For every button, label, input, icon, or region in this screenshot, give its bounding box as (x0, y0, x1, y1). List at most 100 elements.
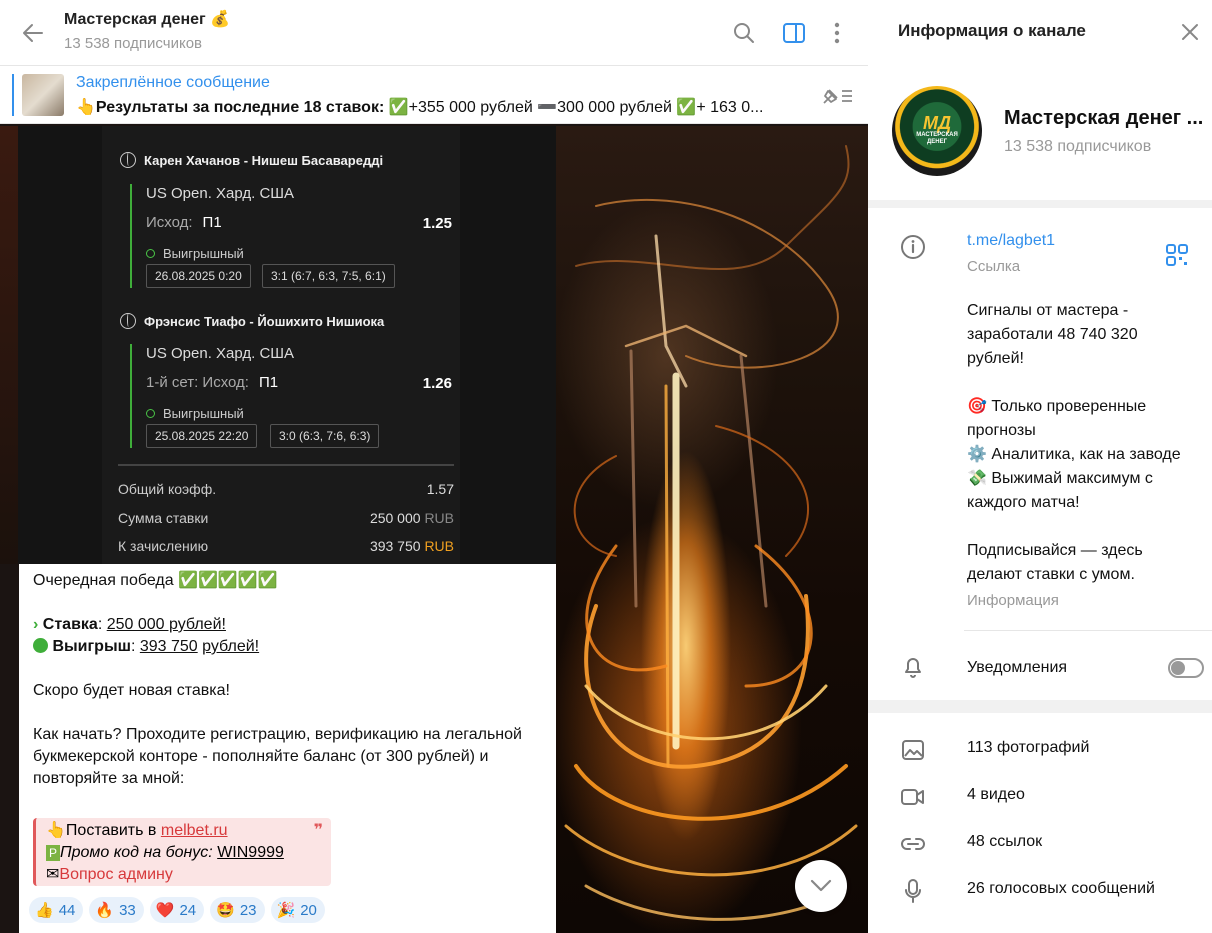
pinned-lead: Результаты за последние 18 ставок: (95, 99, 385, 116)
party-popper-icon: 🎉 (276, 902, 296, 919)
search-button[interactable] (730, 19, 758, 47)
desc-line: 💸 Выжимай максимум с каждого матча! (967, 470, 1153, 511)
reaction-heart[interactable]: ❤️ 24 (149, 897, 205, 923)
pinned-rest: ✅+355 000 рублей ➖300 000 рублей ✅+ 163 … (384, 99, 764, 116)
star-eyes-icon: 🤩 (216, 902, 235, 919)
media-row-videos[interactable]: 4 видео (868, 775, 1212, 819)
chat-subscribers: 13 538 подписчиков (64, 35, 203, 52)
stake-amount: 250 000 рублей! (106, 616, 226, 633)
green-circle-icon (33, 638, 48, 653)
stake-row: Сумма ставки 250 000 RUB (118, 510, 454, 526)
quote-mark-icon: ❞ (313, 822, 323, 839)
match-date: 26.08.2025 0:20 (146, 264, 251, 288)
notifications-label: Уведомления (967, 659, 1068, 676)
coupon-divider (118, 464, 454, 466)
media-row-photos[interactable]: 113 фотографий (868, 728, 1212, 772)
channel-subscribers: 13 538 подписчиков (1004, 138, 1152, 155)
match-title: Фрэнсис Тиафо - Йошихито Нишиока (120, 313, 384, 329)
avatar-logo-text: МД (923, 113, 951, 133)
media-row-voice[interactable]: 26 голосовых сообщений (868, 869, 1212, 913)
win-dot-icon (146, 409, 155, 418)
howto-line: Как начать? Проходите регистрацию, вериф… (33, 726, 522, 787)
close-icon (1182, 24, 1198, 40)
envelope-icon: ✉ (46, 866, 60, 883)
chat-title[interactable]: Мастерская денег 💰 (64, 9, 230, 29)
stake-line: › Ставка: 250 000 рублей! (33, 616, 226, 633)
reaction-party[interactable]: 🎉 20 (270, 897, 325, 923)
close-button[interactable] (1178, 20, 1202, 44)
sidebar-icon (783, 23, 805, 43)
win-dot-icon (146, 249, 155, 258)
message-line: Очередная победа ✅✅✅✅✅ (33, 572, 278, 589)
reaction-thumbs-up[interactable]: 👍 44 (29, 897, 84, 923)
tennis-ball-icon (120, 152, 136, 168)
pinned-thumbnail (22, 74, 64, 116)
match-teams: Фрэнсис Тиафо - Йошихито Нишиока (144, 313, 385, 329)
message-bubble[interactable]: Очередная победа ✅✅✅✅✅ › Ставка: 250 000… (19, 564, 556, 933)
match-bar (130, 344, 132, 448)
coefficient: 1.25 (422, 215, 452, 232)
match-score: 3:0 (6:3, 7:6, 6:3) (270, 424, 380, 448)
notifications-toggle[interactable] (1168, 658, 1204, 678)
desc-line: Подписывайся — здесь делают ставки с умо… (967, 542, 1143, 583)
qr-code-button[interactable] (1166, 244, 1188, 266)
chat-area: Мастерская денег 💰 13 538 подписчиков За… (0, 0, 868, 933)
avatar-logo-subtext: МАСТЕРСКАЯ ДЕНЕГ (916, 132, 958, 145)
tournament: US Open. Хард. США (146, 185, 295, 202)
quote-line-2: P Промо код на бонус: WIN9999 (46, 842, 321, 864)
reaction-star-eyes[interactable]: 🤩 23 (210, 897, 265, 923)
media-section: 113 фотографий 4 видео 48 ссылок 26 голо… (868, 713, 1212, 933)
match-bar (130, 184, 132, 288)
bet-status: Выигрышный (146, 246, 244, 261)
description-label: Информация (967, 592, 1059, 609)
arrow-icon: › (33, 616, 39, 633)
parking-icon: P (46, 845, 60, 861)
back-button[interactable] (18, 18, 48, 48)
chat-header: Мастерская денег 💰 13 538 подписчиков (0, 0, 868, 66)
outcome: 1-й сет: Исход: П1 (146, 374, 279, 391)
match-teams: Карен Хачанов - Нишеш Басавареддi (144, 152, 384, 168)
win-line: Выигрыш: 393 750 рублей! (33, 636, 543, 658)
reactions-bar: 👍 44 🔥 33 ❤️ 24 🤩 23 🎉 20 (29, 897, 325, 923)
melbet-link[interactable]: melbet.ru (161, 822, 228, 839)
heart-icon: ❤️ (155, 902, 175, 919)
reaction-fire[interactable]: 🔥 33 (89, 897, 144, 923)
pin-list-icon (823, 89, 852, 104)
total-coef-row: Общий коэфф. 1.57 (118, 481, 454, 497)
scroll-down-button[interactable] (795, 860, 847, 912)
link-icon (900, 831, 926, 857)
bet-status: Выигрышный (146, 406, 244, 421)
channel-name: Мастерская денег ... (1004, 107, 1204, 129)
info-title: Информация о канале (898, 21, 1086, 40)
toggle-sidebar-button[interactable] (780, 19, 808, 47)
match-title: Карен Хачанов - Нишеш Басавареддi (120, 152, 383, 168)
lamp-photo[interactable] (556, 126, 868, 933)
bell-icon (900, 654, 926, 680)
media-label: 26 голосовых сообщений (967, 880, 1155, 897)
quote-line-3: ✉Вопрос админу (46, 864, 321, 886)
match-date: 25.08.2025 22:20 (146, 424, 258, 448)
media-row-links[interactable]: 48 ссылок (868, 822, 1212, 866)
info-icon (900, 234, 926, 260)
tournament: US Open. Хард. США (146, 345, 295, 362)
info-header-section: Информация о канале МД МАСТЕРСКАЯ ДЕНЕГ … (868, 0, 1212, 200)
pinned-list-button[interactable] (820, 84, 854, 108)
message-text: Очередная победа ✅✅✅✅✅ › Ставка: 250 000… (33, 570, 543, 812)
desc-line: 🎯 Только проверенные прогнозы (967, 398, 1147, 439)
photo-icon (900, 737, 926, 763)
channel-info-panel: Информация о канале МД МАСТЕРСКАЯ ДЕНЕГ … (868, 0, 1212, 933)
more-button[interactable] (823, 19, 851, 47)
admin-link[interactable]: Вопрос админу (59, 866, 172, 883)
desc-line: Сигналы от мастера - заработали 48 740 3… (967, 302, 1138, 367)
promo-code[interactable]: WIN9999 (217, 844, 284, 861)
bet-screenshot-image[interactable]: Карен Хачанов - Нишеш Басавареддi US Ope… (0, 126, 556, 564)
image-edge (0, 126, 18, 564)
channel-avatar[interactable]: МД МАСТЕРСКАЯ ДЕНЕГ (892, 86, 982, 176)
arrow-left-icon (23, 24, 43, 42)
tennis-ball-icon (120, 313, 136, 329)
payout-row: К зачислению 393 750 RUB (118, 538, 454, 554)
pointing-hand-icon: 👆 (76, 99, 96, 116)
pinned-message-bar[interactable]: Закреплённое сообщение 👆Результаты за по… (0, 66, 868, 124)
channel-link[interactable]: t.me/lagbet1 (967, 232, 1055, 250)
more-vertical-icon (834, 22, 840, 44)
